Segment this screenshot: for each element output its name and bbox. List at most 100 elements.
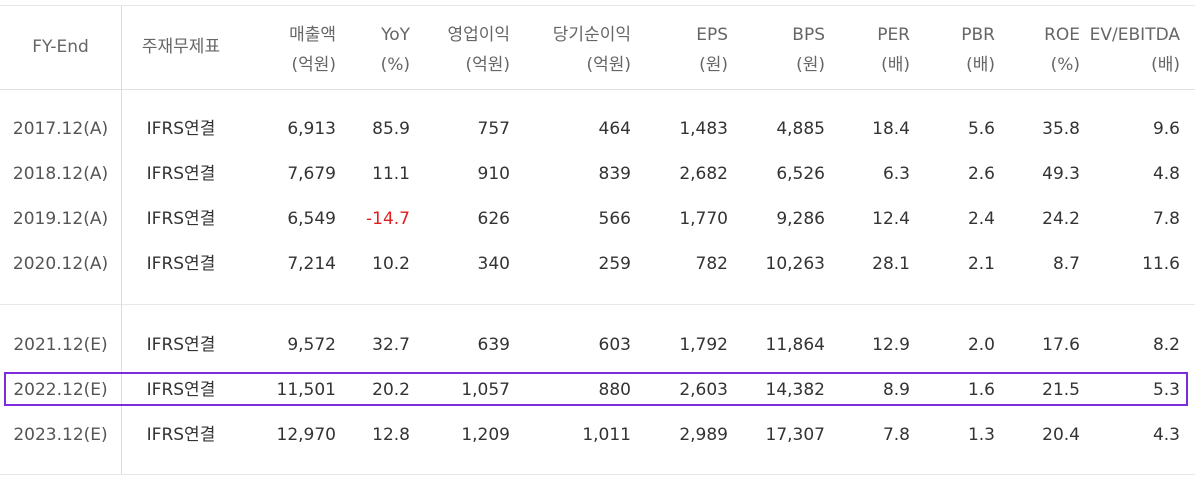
cell-yoy: 12.8 — [372, 425, 410, 445]
cell-eps: 1,483 — [679, 119, 728, 139]
table-top-border — [0, 5, 1195, 6]
cell-per: 12.9 — [872, 335, 910, 355]
cell-roe: 49.3 — [1042, 164, 1080, 184]
cell-eps: 1,792 — [679, 335, 728, 355]
cell-operating-profit: 757 — [477, 119, 510, 139]
cell-net-income: 880 — [598, 380, 631, 400]
cell-roe: 20.4 — [1042, 425, 1080, 445]
header-unit: (억원) — [586, 55, 631, 75]
cell-ev-ebitda: 8.2 — [1152, 335, 1180, 355]
header-label: EPS — [696, 25, 728, 45]
column-divider-body — [121, 90, 122, 474]
header-roe: ROE (%) — [995, 20, 1080, 80]
cell-fy-end: 2018.12(A) — [12, 164, 109, 184]
header-unit: (원) — [796, 55, 825, 75]
cell-revenue: 7,214 — [287, 254, 336, 274]
cell-statement-type: IFRS연결 — [146, 164, 216, 184]
cell-bps: 9,286 — [776, 209, 825, 229]
cell-per: 8.9 — [882, 380, 910, 400]
header-revenue: 매출액 (억원) — [240, 20, 336, 80]
header-label: YoY — [381, 25, 410, 45]
header-unit: (억원) — [465, 55, 510, 75]
cell-bps: 6,526 — [776, 164, 825, 184]
header-eps: EPS (원) — [631, 20, 728, 80]
cell-ev-ebitda: 9.6 — [1152, 119, 1180, 139]
cell-bps: 11,864 — [765, 335, 825, 355]
cell-eps: 2,682 — [679, 164, 728, 184]
cell-pbr: 2.6 — [967, 164, 995, 184]
cell-bps: 10,263 — [765, 254, 825, 274]
header-unit: (억원) — [291, 55, 336, 75]
group-divider — [0, 304, 1195, 305]
header-label: EV/EBITDA — [1089, 25, 1180, 45]
header-unit: (배) — [1151, 55, 1180, 75]
cell-net-income: 839 — [598, 164, 631, 184]
cell-ev-ebitda: 4.8 — [1152, 164, 1180, 184]
cell-net-income: 259 — [598, 254, 631, 274]
cell-statement-type: IFRS연결 — [146, 209, 216, 229]
header-label: PBR — [961, 25, 995, 45]
cell-pbr: 1.3 — [967, 425, 995, 445]
header-pbr: PBR (배) — [910, 20, 995, 80]
cell-per: 6.3 — [882, 164, 910, 184]
cell-yoy: 11.1 — [372, 164, 410, 184]
cell-revenue: 11,501 — [276, 380, 336, 400]
cell-fy-end: 2017.12(A) — [12, 119, 109, 139]
cell-revenue: 7,679 — [287, 164, 336, 184]
cell-eps: 1,770 — [679, 209, 728, 229]
cell-roe: 8.7 — [1052, 254, 1080, 274]
cell-statement-type: IFRS연결 — [146, 335, 216, 355]
cell-per: 28.1 — [872, 254, 910, 274]
cell-revenue: 6,549 — [287, 209, 336, 229]
cell-eps: 2,989 — [679, 425, 728, 445]
cell-operating-profit: 626 — [477, 209, 510, 229]
cell-statement-type: IFRS연결 — [146, 425, 216, 445]
cell-operating-profit: 639 — [477, 335, 510, 355]
cell-bps: 17,307 — [765, 425, 825, 445]
cell-fy-end: 2019.12(A) — [12, 209, 109, 229]
cell-revenue: 6,913 — [287, 119, 336, 139]
cell-statement-type: IFRS연결 — [146, 119, 216, 139]
cell-per: 18.4 — [872, 119, 910, 139]
cell-eps: 782 — [695, 254, 728, 274]
header-label: 주재무제표 — [141, 37, 221, 57]
cell-roe: 21.5 — [1042, 380, 1080, 400]
cell-bps: 4,885 — [776, 119, 825, 139]
cell-pbr: 2.4 — [967, 209, 995, 229]
header-label: 영업이익 — [447, 25, 510, 45]
cell-yoy: -14.7 — [366, 209, 410, 229]
cell-pbr: 5.6 — [967, 119, 995, 139]
header-fy-end: FY-End — [0, 32, 121, 92]
header-label: PER — [877, 25, 910, 45]
cell-yoy: 85.9 — [372, 119, 410, 139]
cell-statement-type: IFRS연결 — [146, 380, 216, 400]
cell-revenue: 12,970 — [276, 425, 336, 445]
cell-yoy: 20.2 — [372, 380, 410, 400]
cell-yoy: 32.7 — [372, 335, 410, 355]
header-statement-type: 주재무제표 — [122, 32, 240, 92]
cell-operating-profit: 910 — [477, 164, 510, 184]
cell-net-income: 1,011 — [582, 425, 631, 445]
cell-net-income: 464 — [598, 119, 631, 139]
cell-per: 12.4 — [872, 209, 910, 229]
cell-fy-end: 2023.12(E) — [13, 425, 108, 445]
header-label: BPS — [792, 25, 825, 45]
header-label: FY-End — [32, 37, 89, 57]
cell-pbr: 1.6 — [967, 380, 995, 400]
cell-net-income: 603 — [598, 335, 631, 355]
cell-operating-profit: 1,057 — [461, 380, 510, 400]
table-bottom-border — [0, 474, 1195, 475]
cell-per: 7.8 — [882, 425, 910, 445]
cell-yoy: 10.2 — [372, 254, 410, 274]
cell-ev-ebitda: 5.3 — [1152, 380, 1180, 400]
cell-operating-profit: 1,209 — [461, 425, 510, 445]
cell-roe: 24.2 — [1042, 209, 1080, 229]
cell-pbr: 2.0 — [967, 335, 995, 355]
header-unit: (%) — [380, 55, 410, 75]
cell-fy-end: 2021.12(E) — [13, 335, 108, 355]
cell-roe: 17.6 — [1042, 335, 1080, 355]
header-ev-ebitda: EV/EBITDA (배) — [1080, 20, 1180, 80]
header-label: 매출액 — [289, 25, 336, 45]
cell-eps: 2,603 — [679, 380, 728, 400]
header-per: PER (배) — [825, 20, 910, 80]
